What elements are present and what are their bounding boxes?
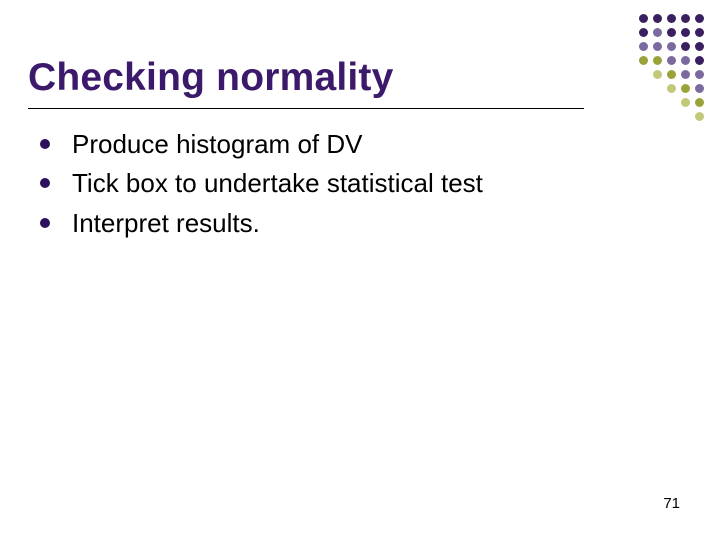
bullet-icon — [40, 139, 50, 149]
bullet-icon — [40, 218, 50, 228]
bullet-text: Produce histogram of DV — [72, 128, 362, 161]
bullet-text: Tick box to undertake statistical test — [72, 167, 483, 200]
list-item: Produce histogram of DV — [40, 128, 640, 161]
bullet-list: Produce histogram of DV Tick box to unde… — [40, 128, 640, 246]
decorative-dot-grid — [634, 14, 704, 126]
page-number: 71 — [663, 495, 680, 512]
title-underline — [28, 108, 584, 109]
list-item: Interpret results. — [40, 207, 640, 240]
bullet-text: Interpret results. — [72, 207, 260, 240]
bullet-icon — [40, 178, 50, 188]
list-item: Tick box to undertake statistical test — [40, 167, 640, 200]
slide: Checking normality Produce histogram of … — [0, 0, 720, 540]
slide-title: Checking normality — [28, 56, 394, 100]
